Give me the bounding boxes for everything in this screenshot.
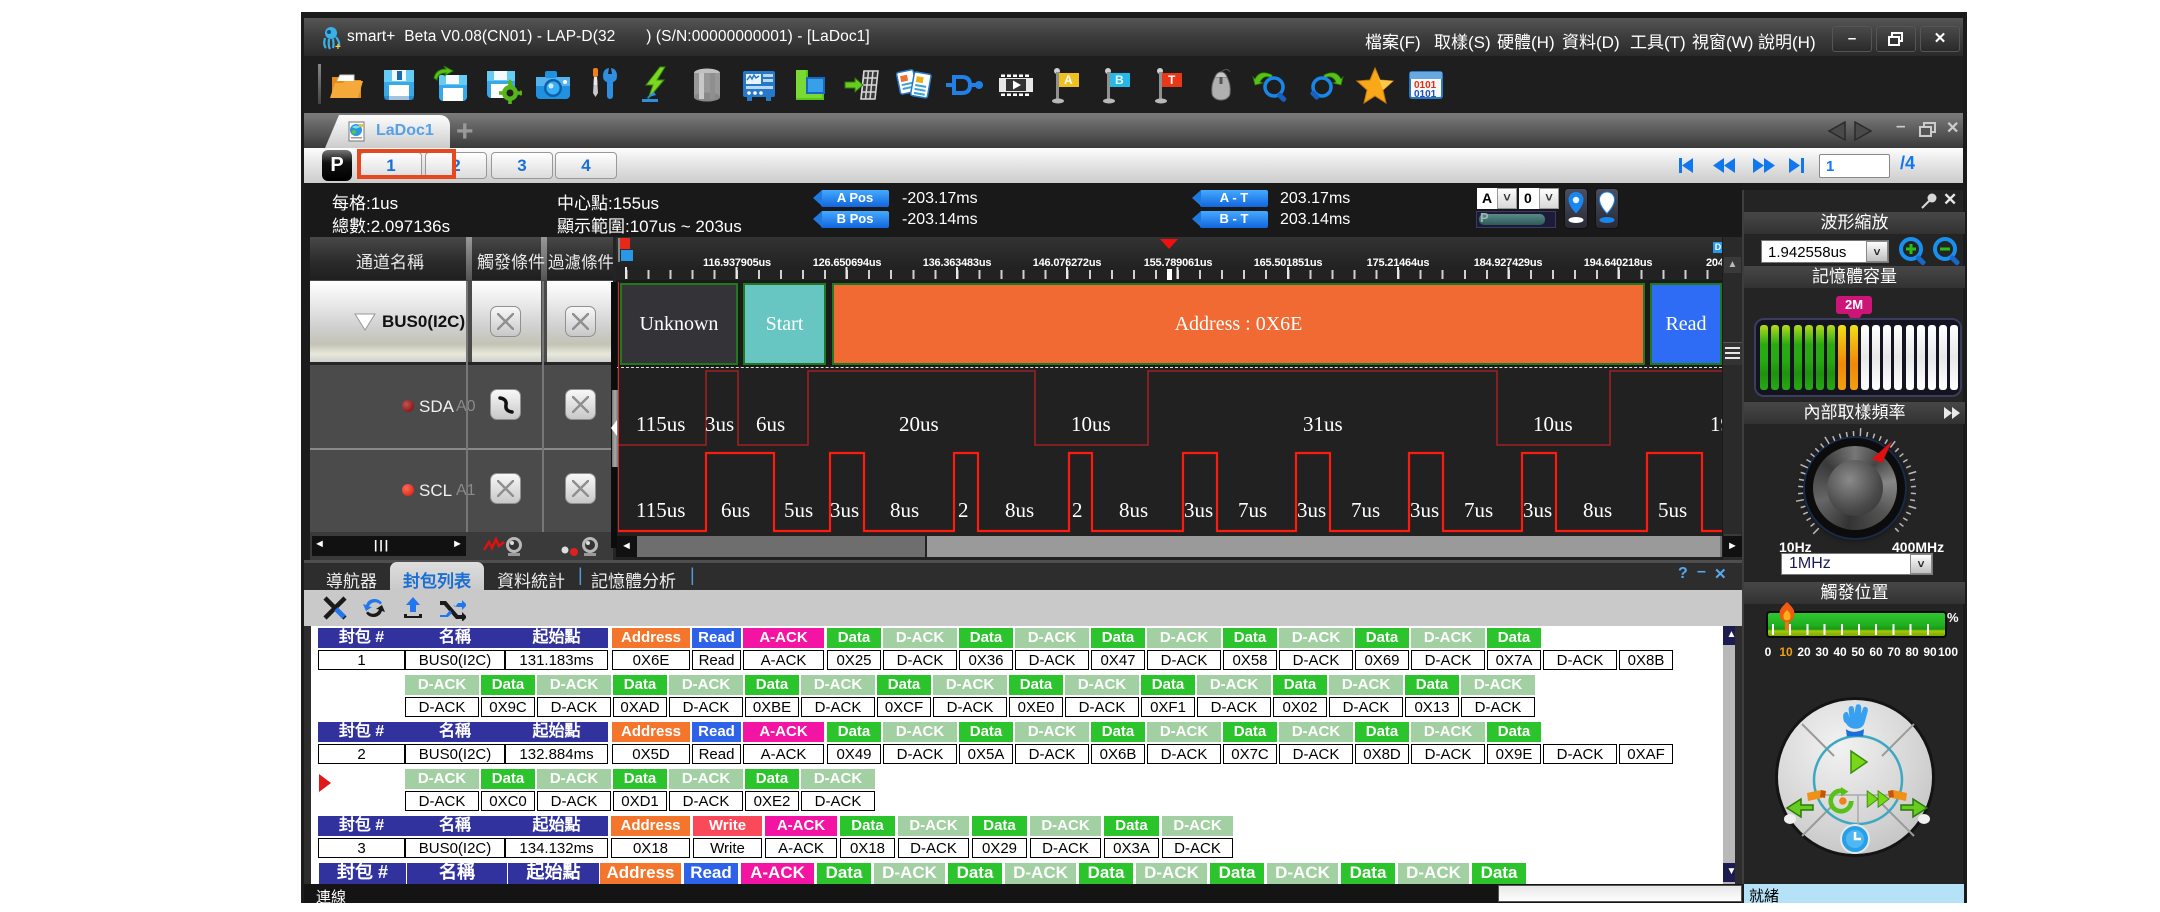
svg-text:T: T — [1168, 73, 1176, 87]
svg-text:A: A — [1064, 73, 1073, 87]
svg-text:B: B — [1115, 73, 1124, 87]
svg-text:0101: 0101 — [1414, 89, 1437, 100]
svg-text:+: + — [335, 42, 341, 51]
